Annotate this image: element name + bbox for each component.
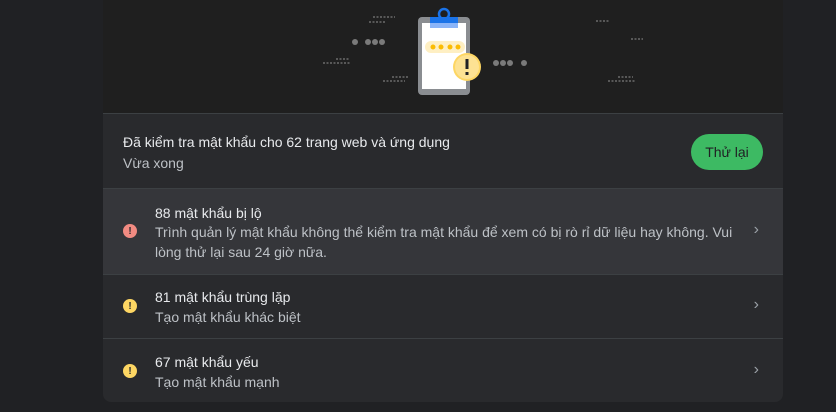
issue-title: 88 mật khẩu bị lộ [155,205,262,221]
illustration-banner [103,0,783,113]
password-checkup-card: Đã kiểm tra mật khẩu cho 62 trang web và… [103,0,783,402]
issue-title: 81 mật khẩu trùng lặp [155,289,291,305]
chevron-right-icon: › [753,296,759,313]
issue-row-weak[interactable]: ! 67 mật khẩu yếu Tạo mật khẩu mạnh › [103,339,783,402]
issue-row-reused[interactable]: ! 81 mật khẩu trùng lặp Tạo mật khẩu khá… [103,275,783,339]
issue-description: Trình quản lý mật khẩu không thể kiểm tr… [155,224,733,260]
error-icon: ! [123,224,137,238]
warning-icon: ! [123,364,137,378]
warning-icon: ! [123,299,137,313]
check-status: Đã kiểm tra mật khẩu cho 62 trang web và… [103,113,783,189]
clipboard-warning-illustration [323,7,643,95]
issue-description: Tạo mật khẩu mạnh [155,374,280,390]
chevron-right-icon: › [753,361,759,378]
status-subtitle: Vừa xong [123,155,184,171]
retry-button[interactable]: Thử lại [691,134,763,170]
issue-row-compromised[interactable]: ! 88 mật khẩu bị lộ Trình quản lý mật kh… [103,189,783,275]
chevron-right-icon: › [753,221,759,238]
issue-title: 67 mật khẩu yếu [155,354,259,370]
status-title: Đã kiểm tra mật khẩu cho 62 trang web và… [123,134,450,150]
issue-description: Tạo mật khẩu khác biệt [155,309,301,325]
